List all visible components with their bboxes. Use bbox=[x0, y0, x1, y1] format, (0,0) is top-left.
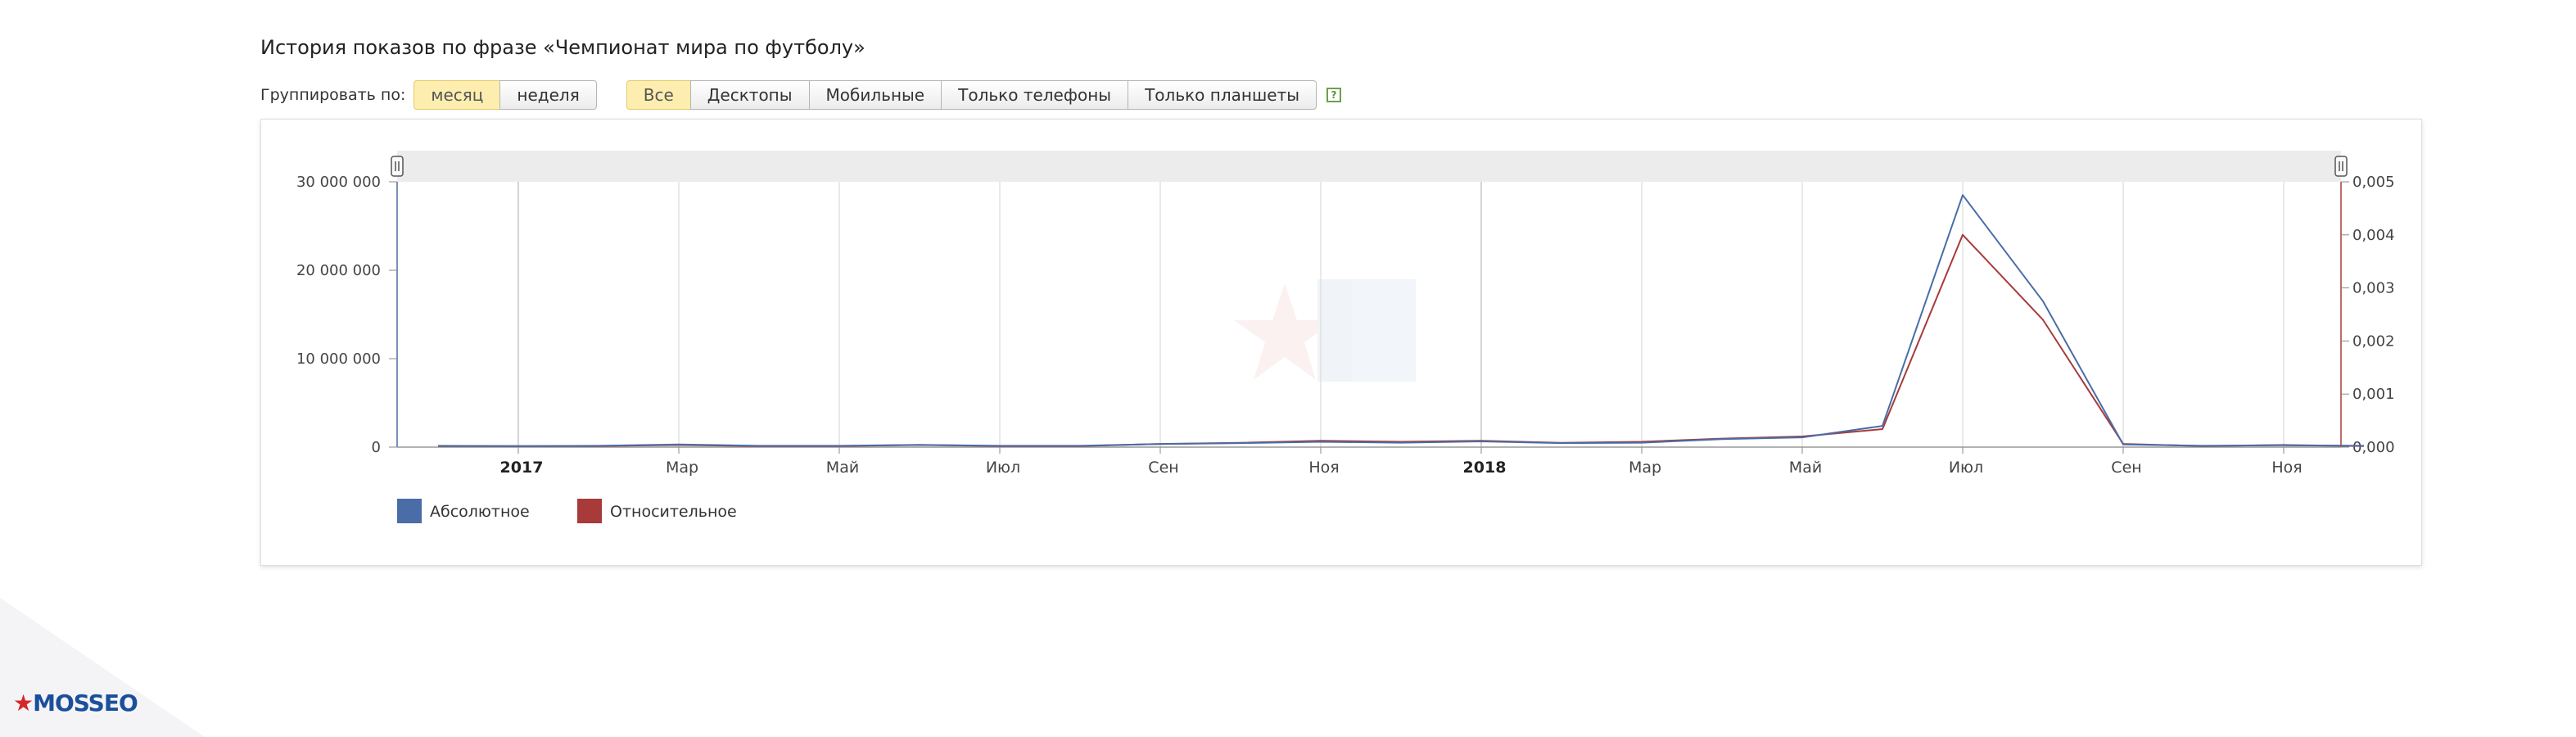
group-by-buttons: месяц неделя bbox=[414, 80, 597, 110]
x-tick-label: Июл bbox=[1949, 459, 1983, 477]
y-right-tick-label: 0,002 bbox=[2352, 332, 2395, 350]
x-axis: 2017 Мар Май Июл Сен Ноя 2018 Мар Май Июл Сен Ноя bbox=[500, 447, 2303, 477]
device-filter-buttons: Все Десктопы Мобильные Только телефоны Т… bbox=[626, 80, 1317, 110]
y-left-tick-label: 20 000 000 bbox=[296, 262, 381, 279]
legend-label[interactable]: Абсолютное bbox=[430, 503, 530, 521]
y-left-tick-label: 10 000 000 bbox=[296, 350, 381, 368]
device-tablets-button[interactable]: Только планшеты bbox=[1128, 80, 1317, 110]
x-tick-label: Мар bbox=[1629, 459, 1661, 477]
x-tick-label: Сен bbox=[1148, 459, 1178, 477]
x-tick-label: 2018 bbox=[1463, 459, 1507, 477]
device-mobile-button[interactable]: Мобильные bbox=[808, 80, 942, 110]
x-tick-label: Июл bbox=[986, 459, 1020, 477]
y-right-tick-label: 0,001 bbox=[2352, 386, 2395, 403]
group-by-label: Группировать по: bbox=[260, 86, 406, 104]
mosseo-logo: ★MOSSEO bbox=[13, 690, 138, 717]
y-right-tick-label: 0,000 bbox=[2352, 439, 2395, 456]
legend-swatch bbox=[577, 499, 602, 523]
chart-panel: 0 10 000 000 20 000 000 30 000 000 0,000 0,0… bbox=[260, 119, 2422, 566]
y-right-tick-label: 0,003 bbox=[2352, 280, 2395, 297]
left-y-axis: 0 10 000 000 20 000 000 30 000 000 bbox=[296, 174, 397, 456]
group-month-button[interactable]: месяц bbox=[414, 80, 501, 110]
x-tick-label: Мар bbox=[666, 459, 698, 477]
y-right-tick-label: 0,005 bbox=[2352, 174, 2395, 191]
corner-decoration bbox=[0, 598, 205, 737]
range-handle-left[interactable] bbox=[391, 156, 404, 177]
x-tick-label: Сен bbox=[2111, 459, 2141, 477]
star-icon: ★ bbox=[13, 690, 34, 717]
help-icon[interactable]: ? bbox=[1326, 88, 1342, 102]
range-navigator-bar[interactable] bbox=[397, 151, 2341, 182]
legend-swatch bbox=[397, 499, 422, 523]
y-left-tick-label: 30 000 000 bbox=[296, 174, 381, 191]
page-title: История показов по фразе «Чемпионат мира… bbox=[260, 36, 865, 59]
watermark-logo bbox=[1234, 279, 1416, 382]
chart-legend: Абсолютное Относительное bbox=[397, 499, 737, 523]
x-tick-label: 2017 bbox=[500, 459, 544, 477]
x-tick-label: Ноя bbox=[1308, 459, 1339, 477]
x-tick-label: Май bbox=[1789, 459, 1822, 477]
device-desktop-button[interactable]: Десктопы bbox=[689, 80, 810, 110]
device-phones-button[interactable]: Только телефоны bbox=[941, 80, 1129, 110]
x-tick-label: Ноя bbox=[2271, 459, 2302, 477]
logo-text: MOSSEO bbox=[33, 690, 138, 717]
y-right-tick-label: 0,004 bbox=[2352, 227, 2395, 244]
legend-label[interactable]: Относительное bbox=[610, 503, 737, 521]
right-y-axis: 0,000 0,001 0,002 0,003 0,004 0,005 bbox=[2341, 174, 2395, 456]
device-all-button[interactable]: Все bbox=[626, 80, 691, 110]
line-chart: 010 000 00020 000 00030 000 000 0,0000,0… bbox=[296, 151, 2395, 523]
x-tick-label: Май bbox=[826, 459, 859, 477]
chart-controls: Группировать по: месяц неделя Все Дескто… bbox=[260, 79, 1342, 111]
range-handle-right[interactable] bbox=[2334, 156, 2348, 177]
group-week-button[interactable]: неделя bbox=[499, 80, 597, 110]
y-left-tick-label: 0 bbox=[372, 439, 381, 456]
